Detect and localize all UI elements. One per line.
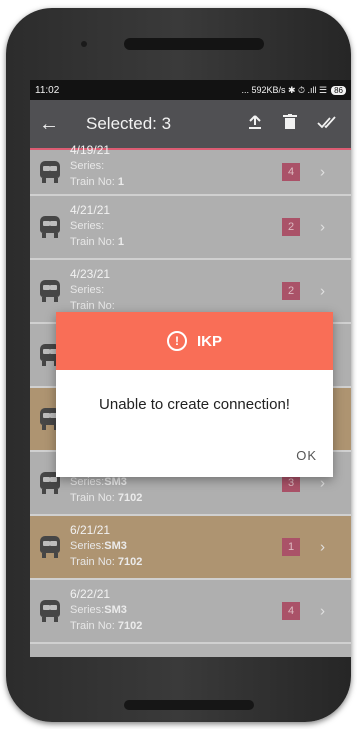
dialog-title: IKP: [196, 332, 222, 350]
top-speaker: [124, 38, 264, 50]
dialog-message: Unable to create connection!: [99, 396, 290, 413]
dialog-header: ! IKP: [56, 312, 333, 370]
alert-icon: !: [166, 331, 187, 351]
error-dialog: ! IKP Unable to create connection! OK: [56, 312, 333, 477]
front-camera: [81, 41, 87, 47]
bottom-speaker: [124, 700, 254, 710]
screen: 11:02 ... 592KB/s ✱ ⏱ .ıll ☰ 86 ← Select…: [30, 80, 351, 657]
ok-button[interactable]: OK: [296, 448, 317, 463]
